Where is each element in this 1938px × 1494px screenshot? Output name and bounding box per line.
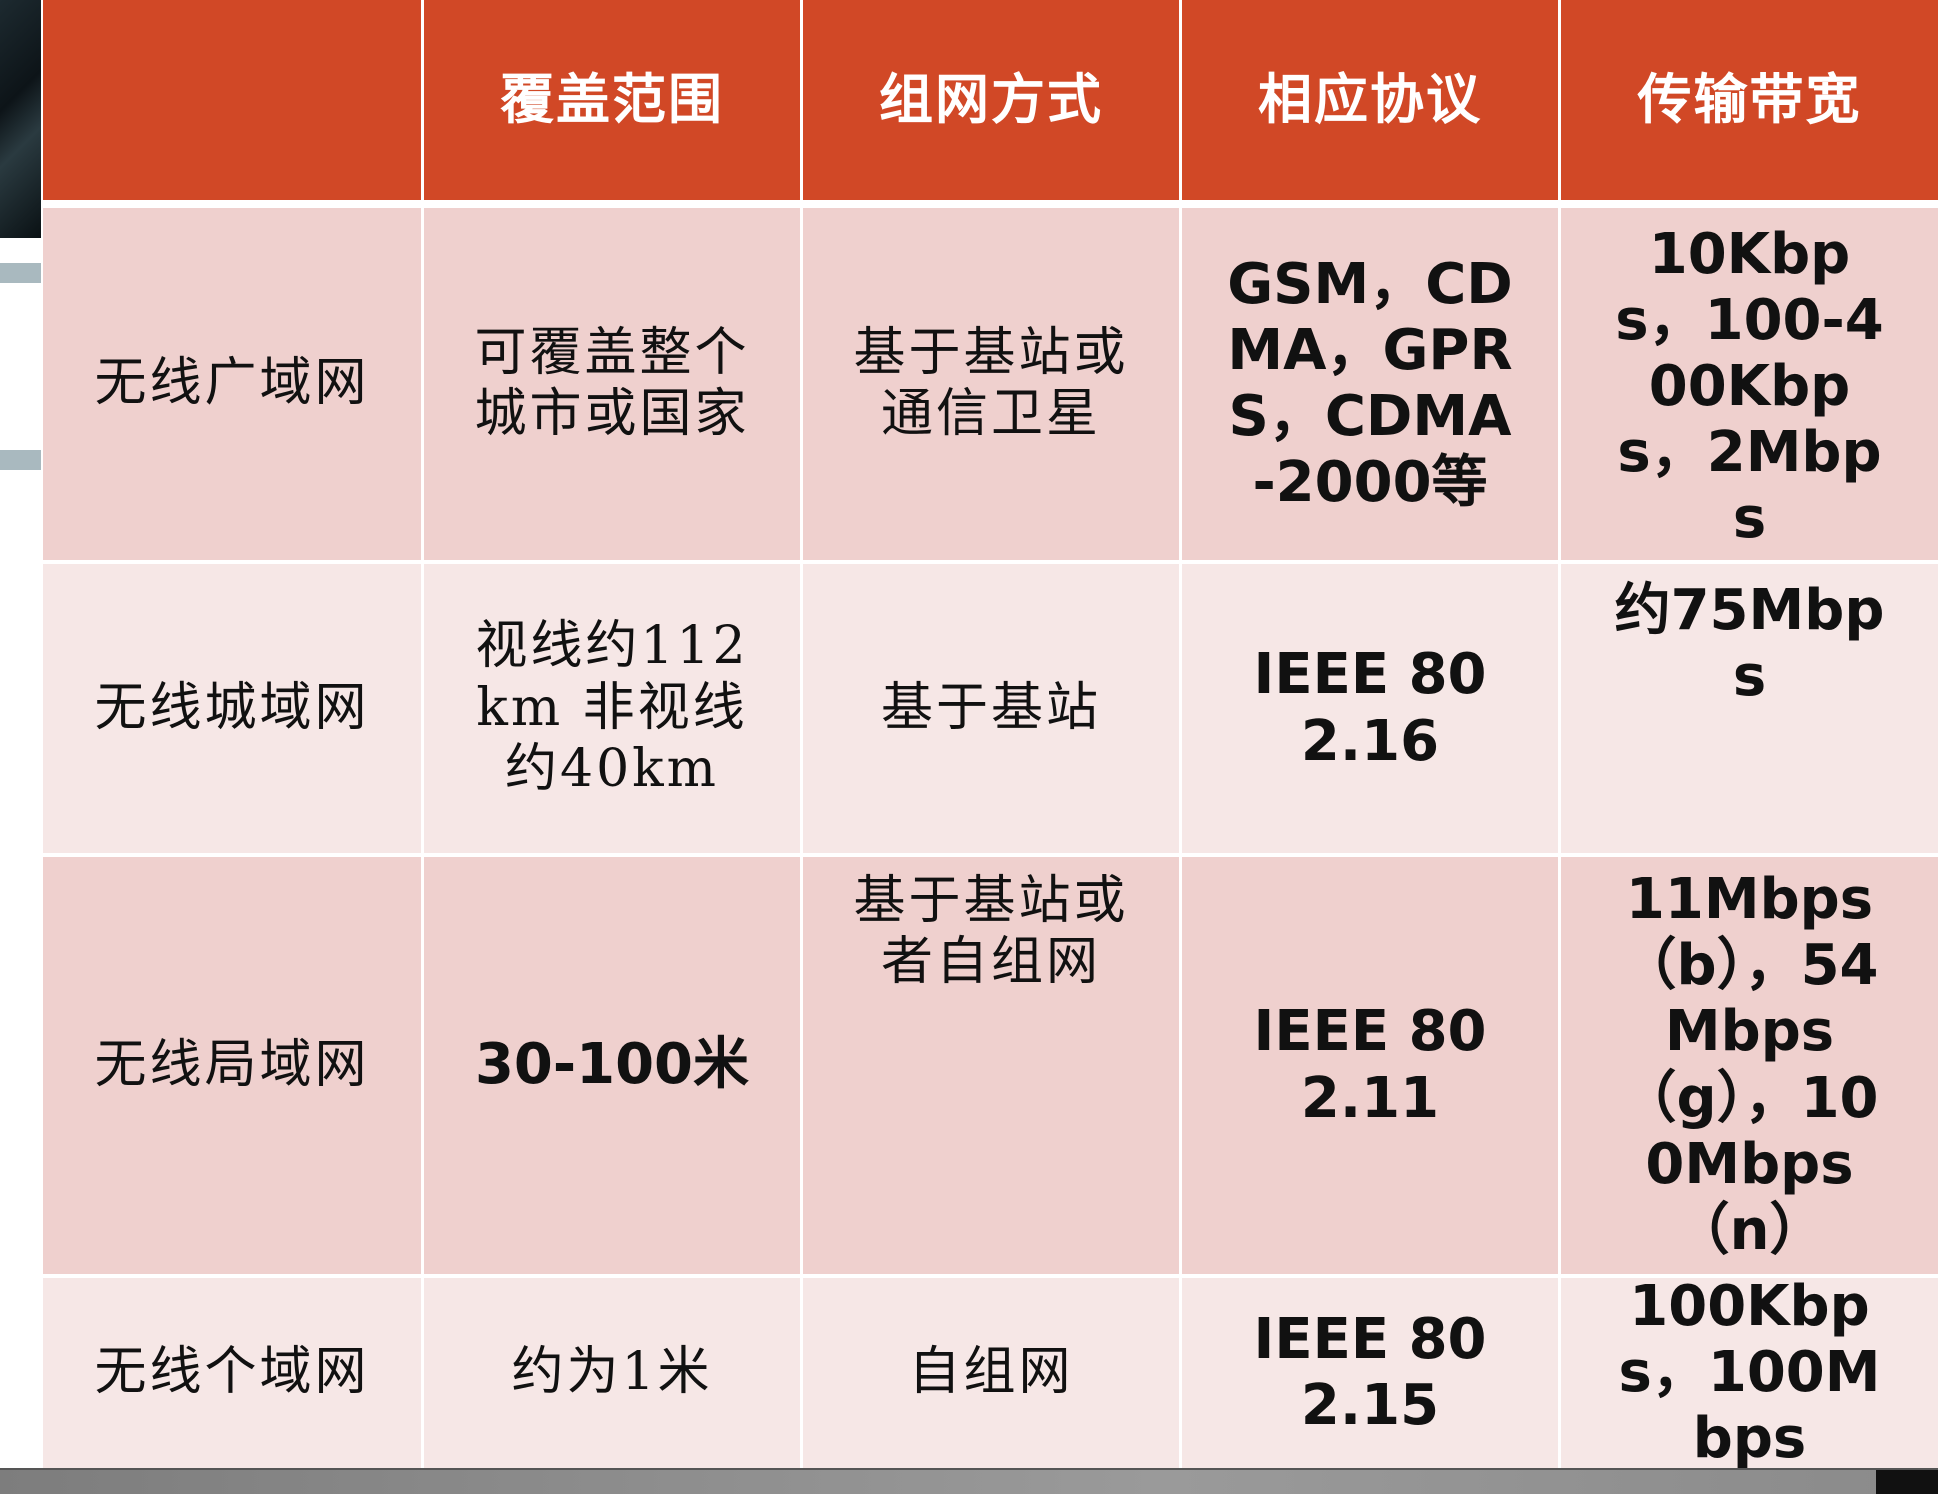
cell-coverage: 30-100米	[424, 857, 800, 1274]
cell-networking-mode: 自组网	[803, 1278, 1179, 1468]
cell-text: 相应协议	[1258, 67, 1482, 132]
cell-text: 基于基站或通信卫星	[853, 322, 1129, 444]
cell-networking-mode: 基于基站或通信卫星	[803, 208, 1179, 560]
slide-thumbnail-image[interactable]	[0, 0, 41, 238]
cell-coverage: 约为1米	[424, 1278, 800, 1468]
cell-network-type: 无线局域网	[43, 857, 421, 1274]
thumbnail-divider	[0, 263, 41, 283]
header-cell-protocol: 相应协议	[1182, 0, 1558, 200]
scrollbar-corner	[1876, 1470, 1938, 1494]
cell-protocol: IEEE 802.15	[1182, 1278, 1558, 1468]
bottom-scrollbar[interactable]	[0, 1468, 1938, 1494]
cell-network-type: 无线城域网	[43, 564, 421, 853]
cell-text: 自组网	[908, 1342, 1074, 1403]
thumbnail-divider	[0, 450, 41, 470]
cell-text: 11Mbps（b），54Mbps（g），100Mbps（n）	[1620, 867, 1879, 1263]
cell-text: 基于基站	[880, 677, 1101, 738]
cell-network-type: 无线个域网	[43, 1278, 421, 1468]
header-cell-coverage: 覆盖范围	[424, 0, 800, 200]
cell-text: 无线个域网	[94, 1342, 370, 1403]
cell-text: 无线广域网	[94, 353, 370, 414]
cell-coverage: 视线约112km 非视线约40km	[424, 564, 800, 853]
cell-bandwidth: 约75Mbps	[1561, 564, 1938, 853]
header-cell-network-type	[43, 0, 421, 200]
cell-protocol: IEEE 802.11	[1182, 857, 1558, 1274]
cell-networking-mode: 基于基站	[803, 564, 1179, 853]
cell-coverage: 可覆盖整个城市或国家	[424, 208, 800, 560]
cell-network-type: 无线广域网	[43, 208, 421, 560]
header-cell-bandwidth: 传输带宽	[1561, 0, 1938, 200]
cell-text: 无线局域网	[94, 1034, 370, 1095]
cell-text: 基于基站或者自组网	[853, 871, 1129, 993]
cell-protocol: IEEE 802.16	[1182, 564, 1558, 853]
cell-text: 传输带宽	[1637, 67, 1862, 132]
cell-text: 10Kbps，100-400Kbps，2Mbps	[1615, 222, 1884, 552]
cell-text: 100Kbps，100Mbps	[1618, 1273, 1881, 1472]
cell-text: 30-100米	[474, 1032, 750, 1098]
cell-bandwidth: 100Kbps，100Mbps	[1561, 1274, 1938, 1471]
cell-text: IEEE 802.16	[1253, 642, 1487, 774]
header-cell-networking-mode: 组网方式	[803, 0, 1179, 200]
cell-text: IEEE 802.15	[1253, 1306, 1487, 1438]
cell-text: IEEE 802.11	[1253, 999, 1487, 1131]
cell-text: 视线约112km 非视线约40km	[475, 616, 749, 800]
cell-bandwidth: 10Kbps，100-400Kbps，2Mbps	[1561, 208, 1938, 560]
cell-bandwidth: 11Mbps（b），54Mbps（g），100Mbps（n）	[1561, 857, 1938, 1274]
cell-text: GSM，CDMA，GPRS，CDMA-2000等	[1227, 251, 1513, 516]
cell-text: 约为1米	[511, 1342, 713, 1403]
cell-networking-mode: 基于基站或者自组网	[803, 857, 1179, 1274]
cell-text: 可覆盖整个城市或国家	[474, 322, 750, 444]
cell-text: 无线城域网	[94, 677, 370, 738]
wireless-network-table: 覆盖范围 组网方式 相应协议 传输带宽无线广域网 可覆盖整个城市或国家 基于基站或通信卫星…	[43, 0, 1938, 1471]
cell-text: 组网方式	[879, 67, 1103, 132]
cell-text: 覆盖范围	[500, 67, 724, 132]
cell-text: 约75Mbps	[1614, 578, 1885, 710]
cell-protocol: GSM，CDMA，GPRS，CDMA-2000等	[1182, 208, 1558, 560]
